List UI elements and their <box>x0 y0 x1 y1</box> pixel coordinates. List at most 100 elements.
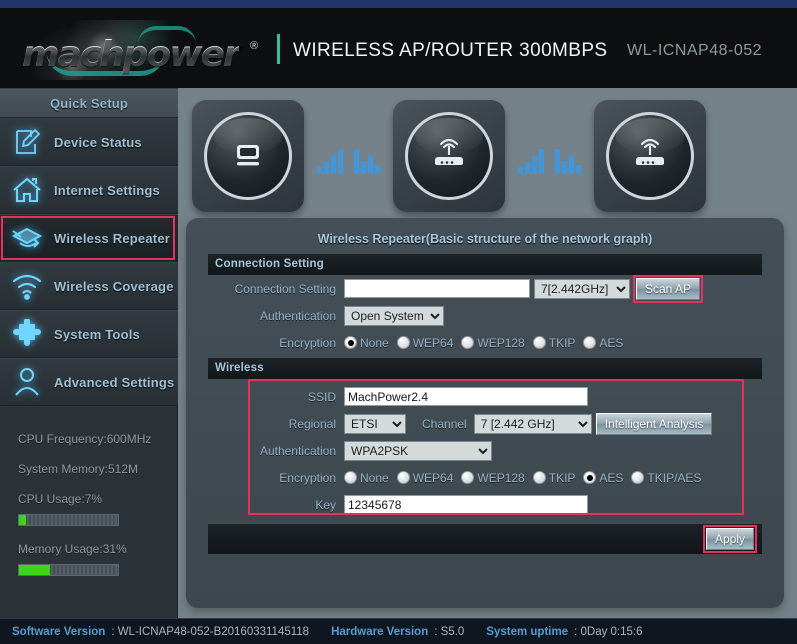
radio-dot[interactable] <box>344 336 357 349</box>
radio-dot[interactable] <box>532 336 546 349</box>
radio-dot[interactable] <box>344 471 357 484</box>
intelligent-analysis-button[interactable]: Intelligent Analysis <box>595 412 713 435</box>
wifi-icon <box>0 262 54 310</box>
connection-channel-select[interactable]: 7[2.442GHz] <box>534 278 630 299</box>
sidebar-item-system-tools[interactable]: System Tools <box>0 310 178 358</box>
sidebar-item-wireless-repeater[interactable]: Wireless Repeater <box>0 214 188 262</box>
radio-option-wep64[interactable]: WEP64 <box>396 336 453 350</box>
radio-label: TKIP <box>548 335 576 350</box>
status-footer: Software Version : WL-ICNAP48-052-B20160… <box>0 618 797 644</box>
radio-label: WEP128 <box>477 335 525 350</box>
repeater-icon <box>0 214 54 262</box>
sidebar-item-label: Device Status <box>54 134 142 150</box>
sidebar-item-label: Internet Settings <box>54 182 160 198</box>
wireless-authentication-label: Authentication <box>259 443 336 458</box>
system-uptime-value: : 0Day 0:15:6 <box>574 625 643 638</box>
connection-authentication-select[interactable]: Open System <box>344 305 444 326</box>
sidebar-item-quick-setup[interactable]: Quick Setup <box>0 88 178 118</box>
connection-authentication-row: Authentication Open System <box>208 302 762 329</box>
radio-option-none[interactable]: None <box>344 471 389 485</box>
radio-option-aes[interactable]: AES <box>583 336 623 350</box>
topology-node-computer <box>192 100 304 212</box>
network-topology-diagram <box>192 94 782 218</box>
key-input[interactable] <box>344 495 588 514</box>
sidebar-item-label: Wireless Coverage <box>54 278 174 294</box>
computer-icon <box>228 134 268 179</box>
sidebar-item-label: Quick Setup <box>49 95 129 111</box>
sidebar-item-internet-settings[interactable]: Internet Settings <box>0 166 178 214</box>
radio-option-wep128[interactable]: WEP128 <box>461 335 525 350</box>
radio-label: AES <box>599 335 624 350</box>
connection-encryption-label: Encryption <box>279 335 336 350</box>
connection-encryption-radio-group: None WEP64 WEP128 TKIP AES <box>344 336 631 350</box>
user-icon <box>0 358 54 406</box>
settings-panel: Wireless Repeater(Basic structure of the… <box>186 218 784 608</box>
system-stats: CPU Frequency:600MHz System Memory:512M … <box>0 406 178 576</box>
cpu-usage-text: CPU Usage:7% <box>18 492 103 506</box>
hardware-version-value: : S5.0 <box>434 625 465 638</box>
regional-channel-row: Regional ETSI Channel 7 [2.442 GHz] Inte… <box>208 410 762 437</box>
ssid-input[interactable] <box>344 387 588 406</box>
apply-button[interactable]: Apply <box>702 525 758 553</box>
sidebar-item-label: Advanced Settings <box>54 374 175 390</box>
radio-option-tkip-aes[interactable]: TKIP/AES <box>631 471 701 485</box>
radio-dot[interactable] <box>631 471 645 484</box>
channel-label: Channel <box>422 416 467 431</box>
radio-option-aes[interactable]: AES <box>583 471 623 485</box>
puzzle-icon <box>0 310 54 358</box>
radio-label: None <box>360 470 389 485</box>
apply-bar: Apply <box>208 524 762 554</box>
sidebar-item-advanced-settings[interactable]: Advanced Settings <box>0 358 178 406</box>
scan-ap-button[interactable]: Scan AP <box>632 274 704 303</box>
header-divider <box>277 34 280 64</box>
router-icon <box>629 133 671 180</box>
wireless-authentication-row: Authentication WPA2PSK <box>208 437 762 464</box>
sidebar-item-label: System Tools <box>54 326 140 342</box>
signal-bars-ascending <box>317 144 343 174</box>
connection-setting-rows: Connection Setting 7[2.442GHz] Scan AP A… <box>208 274 762 356</box>
wireless-encryption-row: Encryption None WEP64 WEP128 TKIP AES TKIP/AE… <box>208 464 762 491</box>
section-header-connection-setting: Connection Setting <box>208 254 762 275</box>
radio-dot[interactable] <box>461 336 475 349</box>
system-memory-text: System Memory:512M <box>18 462 139 476</box>
page-header: machpower ® WIRELESS AP/ROUTER 300MBPS W… <box>0 8 797 88</box>
main-content: Wireless Repeater(Basic structure of the… <box>178 88 797 618</box>
channel-select[interactable]: 7 [2.442 GHz] <box>473 413 592 434</box>
ssid-row: SSID <box>208 383 762 410</box>
radio-option-none[interactable]: None <box>344 336 389 350</box>
radio-option-tkip[interactable]: TKIP <box>532 470 576 485</box>
connection-setting-label: Connection Setting <box>234 281 336 296</box>
radio-option-wep64[interactable]: WEP64 <box>396 471 453 485</box>
sidebar-item-label: Wireless Repeater <box>54 230 171 246</box>
wireless-authentication-select[interactable]: WPA2PSK <box>344 440 492 461</box>
sidebar-item-wireless-coverage[interactable]: Wireless Coverage <box>0 262 178 310</box>
sidebar-item-device-status[interactable]: Device Status <box>0 118 178 166</box>
radio-dot[interactable] <box>532 471 546 484</box>
signal-bars-ascending <box>518 144 544 174</box>
radio-dot[interactable] <box>583 336 597 349</box>
radio-label: WEP128 <box>477 470 525 485</box>
router-admin-page: machpower ® WIRELESS AP/ROUTER 300MBPS W… <box>0 0 797 644</box>
connection-setting-row: Connection Setting 7[2.442GHz] Scan AP <box>208 274 762 303</box>
wireless-encryption-radio-group: None WEP64 WEP128 TKIP AES TKIP/AES <box>344 471 709 485</box>
sidebar-nav: Quick Setup Device Status Internet Setti… <box>0 88 188 618</box>
brand-logo: machpower ® <box>18 20 276 80</box>
memory-usage-bar <box>18 564 119 576</box>
radio-option-tkip[interactable]: TKIP <box>532 335 576 350</box>
radio-label: TKIP/AES <box>647 470 702 485</box>
regional-label: Regional <box>288 416 336 431</box>
radio-dot[interactable] <box>396 336 410 349</box>
radio-dot[interactable] <box>396 471 410 484</box>
topology-node-router-2 <box>594 100 706 212</box>
radio-option-wep128[interactable]: WEP128 <box>461 470 525 485</box>
radio-label: TKIP <box>548 470 576 485</box>
radio-dot[interactable] <box>583 471 597 484</box>
regional-select[interactable]: ETSI <box>344 413 406 434</box>
logo-registered-mark: ® <box>250 40 259 52</box>
topology-node-router-1 <box>393 100 505 212</box>
software-version-key: Software Version <box>12 625 106 638</box>
connection-setting-input[interactable] <box>344 279 530 298</box>
radio-dot[interactable] <box>461 471 475 484</box>
wireless-encryption-label: Encryption <box>279 470 336 485</box>
signal-bars-descending <box>555 144 581 174</box>
